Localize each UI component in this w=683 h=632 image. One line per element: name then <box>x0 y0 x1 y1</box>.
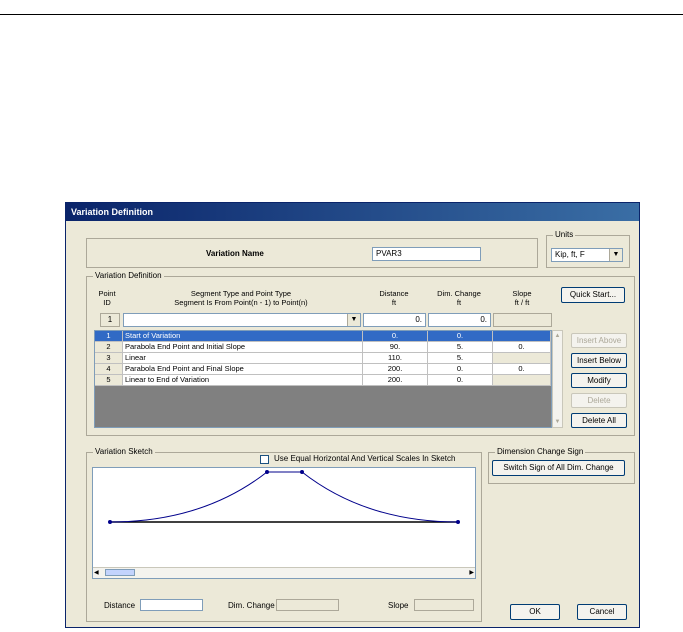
row-slope <box>493 375 551 386</box>
row-distance: 200. <box>363 364 428 375</box>
table-row[interactable]: 5 Linear to End of Variation 200. 0. <box>95 375 551 386</box>
variation-name-label: Variation Name <box>206 249 264 258</box>
row-distance: 0. <box>363 331 428 342</box>
segment-type-select[interactable]: ▼ <box>123 313 361 327</box>
chevron-down-icon[interactable]: ▼ <box>347 314 360 326</box>
row-segment: Linear <box>123 353 363 364</box>
row-slope <box>493 353 551 364</box>
row-id: 3 <box>95 353 123 364</box>
header-slope: Slope <box>512 289 532 298</box>
scroll-thumb[interactable] <box>105 569 135 576</box>
table-vertical-scrollbar[interactable]: ▲ ▼ <box>552 330 563 428</box>
chevron-down-icon[interactable]: ▼ <box>609 249 622 261</box>
edit-row-id: 1 <box>100 313 120 327</box>
units-select[interactable]: Kip, ft, F ▼ <box>551 248 623 262</box>
scroll-right-icon[interactable]: ▶ <box>469 568 474 578</box>
row-dim-change: 5. <box>428 353 493 364</box>
insert-below-button[interactable]: Insert Below <box>571 353 627 368</box>
equal-scales-label: Use Equal Horizontal And Vertical Scales… <box>274 454 456 463</box>
row-segment: Parabola End Point and Final Slope <box>123 364 363 375</box>
row-distance: 110. <box>363 353 428 364</box>
dim-change-readout-label: Dim. Change <box>228 601 275 610</box>
row-id: 2 <box>95 342 123 353</box>
row-segment: Linear to End of Variation <box>123 375 363 386</box>
scroll-down-icon[interactable]: ▼ <box>553 417 562 427</box>
delete-button[interactable]: Delete <box>571 393 627 408</box>
row-slope: 0. <box>493 342 551 353</box>
header-segment-type: Segment Type and Point Type <box>190 289 292 298</box>
header-segment-from: Segment Is From Point(n - 1) to Point(n) <box>174 298 308 307</box>
slope-readout <box>414 599 474 611</box>
sketch-point <box>456 520 460 524</box>
variation-definition-dialog: Variation Definition Variation Name PVAR… <box>65 202 640 628</box>
row-distance: 90. <box>363 342 428 353</box>
row-segment: Parabola End Point and Initial Slope <box>123 342 363 353</box>
variation-name-input[interactable]: PVAR3 <box>372 247 481 261</box>
delete-all-button[interactable]: Delete All <box>571 413 627 428</box>
modify-button[interactable]: Modify <box>571 373 627 388</box>
header-point: Point <box>98 289 116 298</box>
sketch-svg <box>108 470 460 524</box>
table-row[interactable]: 3 Linear 110. 5. <box>95 353 551 364</box>
row-id: 5 <box>95 375 123 386</box>
header-slope-unit: ft / ft <box>514 298 530 307</box>
row-dim-change: 0. <box>428 331 493 342</box>
dimension-change-sign-legend: Dimension Change Sign <box>495 447 586 457</box>
distance-readout <box>140 599 203 611</box>
dim-change-readout <box>276 599 339 611</box>
table-row[interactable]: 1 Start of Variation 0. 0. <box>95 331 551 342</box>
scroll-up-icon[interactable]: ▲ <box>553 331 562 341</box>
ok-button[interactable]: OK <box>510 604 560 620</box>
distance-readout-label: Distance <box>104 601 136 610</box>
row-dim-change: 0. <box>428 364 493 375</box>
header-distance-unit: ft <box>391 298 397 307</box>
row-slope <box>493 331 551 342</box>
sketch-canvas: ◀ ▶ <box>92 467 476 579</box>
table-row[interactable]: 2 Parabola End Point and Initial Slope 9… <box>95 342 551 353</box>
units-value: Kip, ft, F <box>555 250 585 259</box>
slope-readout-label: Slope <box>388 601 409 610</box>
variation-definition-legend: Variation Definition <box>93 271 164 281</box>
sketch-point <box>108 520 112 524</box>
switch-sign-button[interactable]: Switch Sign of All Dim. Change <box>492 460 625 476</box>
header-dim-change: Dim. Change <box>437 289 481 298</box>
row-segment: Start of Variation <box>123 331 363 342</box>
slope-input <box>493 313 552 327</box>
quick-start-button[interactable]: Quick Start... <box>561 287 625 303</box>
row-dim-change: 0. <box>428 375 493 386</box>
row-slope: 0. <box>493 364 551 375</box>
variation-sketch-legend: Variation Sketch <box>93 447 155 457</box>
page-top-rule <box>0 14 683 15</box>
equal-scales-checkbox[interactable] <box>260 455 269 464</box>
header-id: ID <box>103 298 111 307</box>
row-id: 4 <box>95 364 123 375</box>
table-row[interactable]: 4 Parabola End Point and Final Slope 200… <box>95 364 551 375</box>
window-title: Variation Definition <box>66 203 639 221</box>
sketch-point <box>265 470 269 474</box>
distance-input[interactable]: 0. <box>363 313 426 327</box>
units-legend: Units <box>553 230 576 240</box>
insert-above-button[interactable]: Insert Above <box>571 333 627 348</box>
points-table[interactable]: 1 Start of Variation 0. 0. 2 Parabola En… <box>94 330 552 428</box>
scroll-left-icon[interactable]: ◀ <box>94 568 99 578</box>
sketch-horizontal-scrollbar[interactable]: ◀ ▶ <box>93 567 475 578</box>
header-distance: Distance <box>379 289 409 298</box>
row-dim-change: 5. <box>428 342 493 353</box>
sketch-point <box>300 470 304 474</box>
row-distance: 200. <box>363 375 428 386</box>
row-id: 1 <box>95 331 123 342</box>
header-dim-change-unit: ft <box>456 298 462 307</box>
cancel-button[interactable]: Cancel <box>577 604 627 620</box>
sketch-profile <box>109 471 459 523</box>
dim-change-input[interactable]: 0. <box>428 313 491 327</box>
